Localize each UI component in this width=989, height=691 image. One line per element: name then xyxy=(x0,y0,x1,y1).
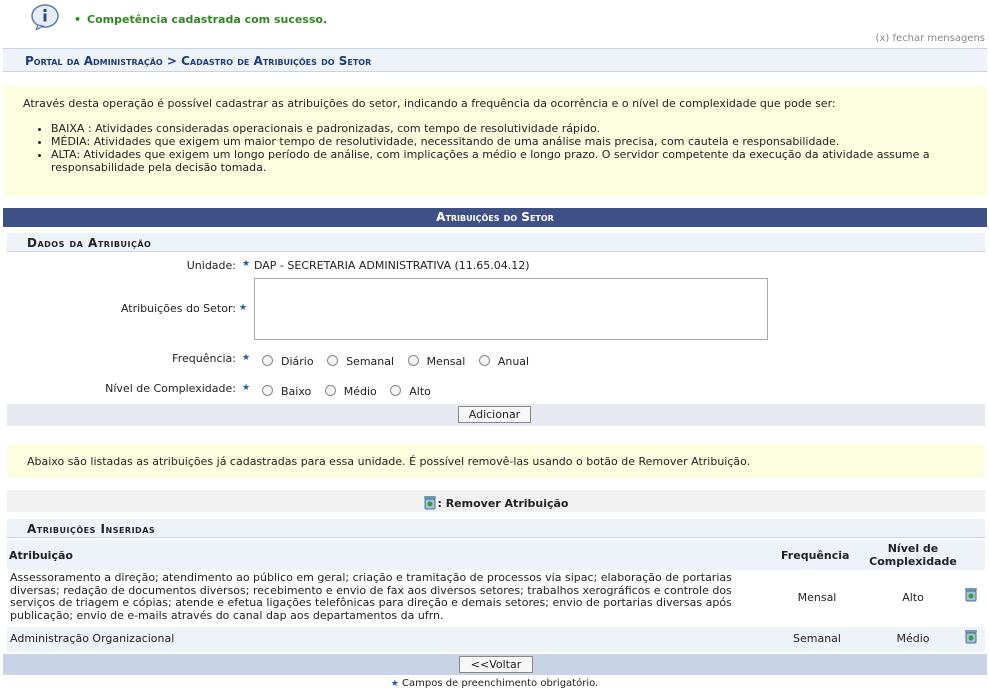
complexidade-label: Nível de Complexidade: xyxy=(105,382,236,395)
complexidade-radio-group: Baixo Médio Alto xyxy=(262,385,441,398)
back-button[interactable]: <<Voltar xyxy=(459,656,533,673)
page-title: Portal da Administração > Cadastro de At… xyxy=(25,54,372,68)
unidade-value: DAP - SECRETARIA ADMINISTRATIVA (11.65.0… xyxy=(254,259,530,272)
description-intro: Através desta operação é possível cadast… xyxy=(23,97,836,110)
info-note: Abaixo são listadas as atribuições já ca… xyxy=(7,444,985,478)
legend: : Remover Atribuição xyxy=(7,490,985,512)
table-title: Atribuições Inseridas xyxy=(7,519,985,538)
required-star-icon: ★ xyxy=(242,383,251,393)
header-atribuicao: Atribuição xyxy=(9,549,73,562)
frequencia-option-diario[interactable]: Diário xyxy=(262,355,314,368)
row-atribuicao: Administração Organizacional xyxy=(10,632,175,645)
atribuicoes-textarea[interactable] xyxy=(254,278,768,340)
form-button-bar: Adicionar xyxy=(7,404,985,426)
unidade-label: Unidade: xyxy=(186,259,236,272)
breadcrumb: Portal da Administração > Cadastro de At… xyxy=(3,48,987,72)
row-atribuicao: Assessoramento a direção; atendimento ao… xyxy=(10,571,732,622)
atribuicoes-label: Atribuições do Setor: xyxy=(120,302,236,315)
list-item: ALTA: Atividades que exigem um longo per… xyxy=(51,148,967,174)
header-frequencia: Frequência xyxy=(781,549,850,562)
complexidade-option-medio[interactable]: Médio xyxy=(324,385,377,398)
add-button[interactable]: Adicionar xyxy=(458,406,531,423)
row-frequencia: Semanal xyxy=(793,632,841,645)
required-star-icon: ★ xyxy=(242,353,251,363)
footer-note-text: Campos de preenchimento obrigatório. xyxy=(402,678,599,689)
remove-trash-icon[interactable] xyxy=(964,629,978,644)
table-header: Atribuição Frequência Nível de Complexid… xyxy=(7,540,985,570)
required-star-icon: ★ xyxy=(390,679,399,689)
close-messages-link[interactable]: (x) fechar mensagens xyxy=(876,33,985,44)
frequencia-option-anual[interactable]: Anual xyxy=(478,355,529,368)
radio-button[interactable] xyxy=(262,355,273,366)
form-title: Atribuições do Setor xyxy=(3,208,987,227)
trash-icon xyxy=(424,496,437,510)
frequencia-option-semanal[interactable]: Semanal xyxy=(327,355,394,368)
section-title: Dados da Atribuição xyxy=(7,233,985,252)
radio-button[interactable] xyxy=(327,355,339,366)
complexity-list: BAIXA : Atividades consideradas operacio… xyxy=(51,122,967,174)
frequencia-radio-group: Diário Semanal Mensal Anual xyxy=(262,355,539,368)
required-star-icon: ★ xyxy=(239,303,248,313)
radio-button[interactable] xyxy=(390,385,402,396)
info-icon xyxy=(31,4,59,30)
bottom-button-bar: <<Voltar xyxy=(3,654,987,675)
message-box: Competência cadastrada com sucesso. (x) … xyxy=(0,0,989,48)
radio-button[interactable] xyxy=(324,385,336,396)
legend-label: : Remover Atribuição xyxy=(437,497,569,510)
radio-button[interactable] xyxy=(262,385,273,396)
list-item: MÉDIA: Atividades que exigem um maior te… xyxy=(51,135,967,148)
required-star-icon: ★ xyxy=(242,259,251,269)
footer-note: ★ Campos de preenchimento obrigatório. xyxy=(0,678,989,689)
row-nivel: Alto xyxy=(902,591,924,604)
table-row: Administração Organizacional Semanal Méd… xyxy=(7,627,985,652)
header-nivel: Nível de Complexidade xyxy=(869,542,957,568)
complexidade-option-baixo[interactable]: Baixo xyxy=(262,385,311,398)
radio-button[interactable] xyxy=(407,355,419,366)
complexidade-option-alto[interactable]: Alto xyxy=(390,385,431,398)
radio-button[interactable] xyxy=(478,355,490,366)
row-frequencia: Mensal xyxy=(797,591,837,604)
frequencia-label: Frequência: xyxy=(172,352,236,365)
frequencia-option-mensal[interactable]: Mensal xyxy=(407,355,465,368)
list-item: BAIXA : Atividades consideradas operacio… xyxy=(51,122,967,135)
remove-trash-icon[interactable] xyxy=(964,587,978,602)
table-row: Assessoramento a direção; atendimento ao… xyxy=(7,570,985,626)
success-message: Competência cadastrada com sucesso. xyxy=(74,13,327,26)
row-nivel: Médio xyxy=(896,632,930,645)
description-box: Através desta operação é possível cadast… xyxy=(3,86,987,196)
